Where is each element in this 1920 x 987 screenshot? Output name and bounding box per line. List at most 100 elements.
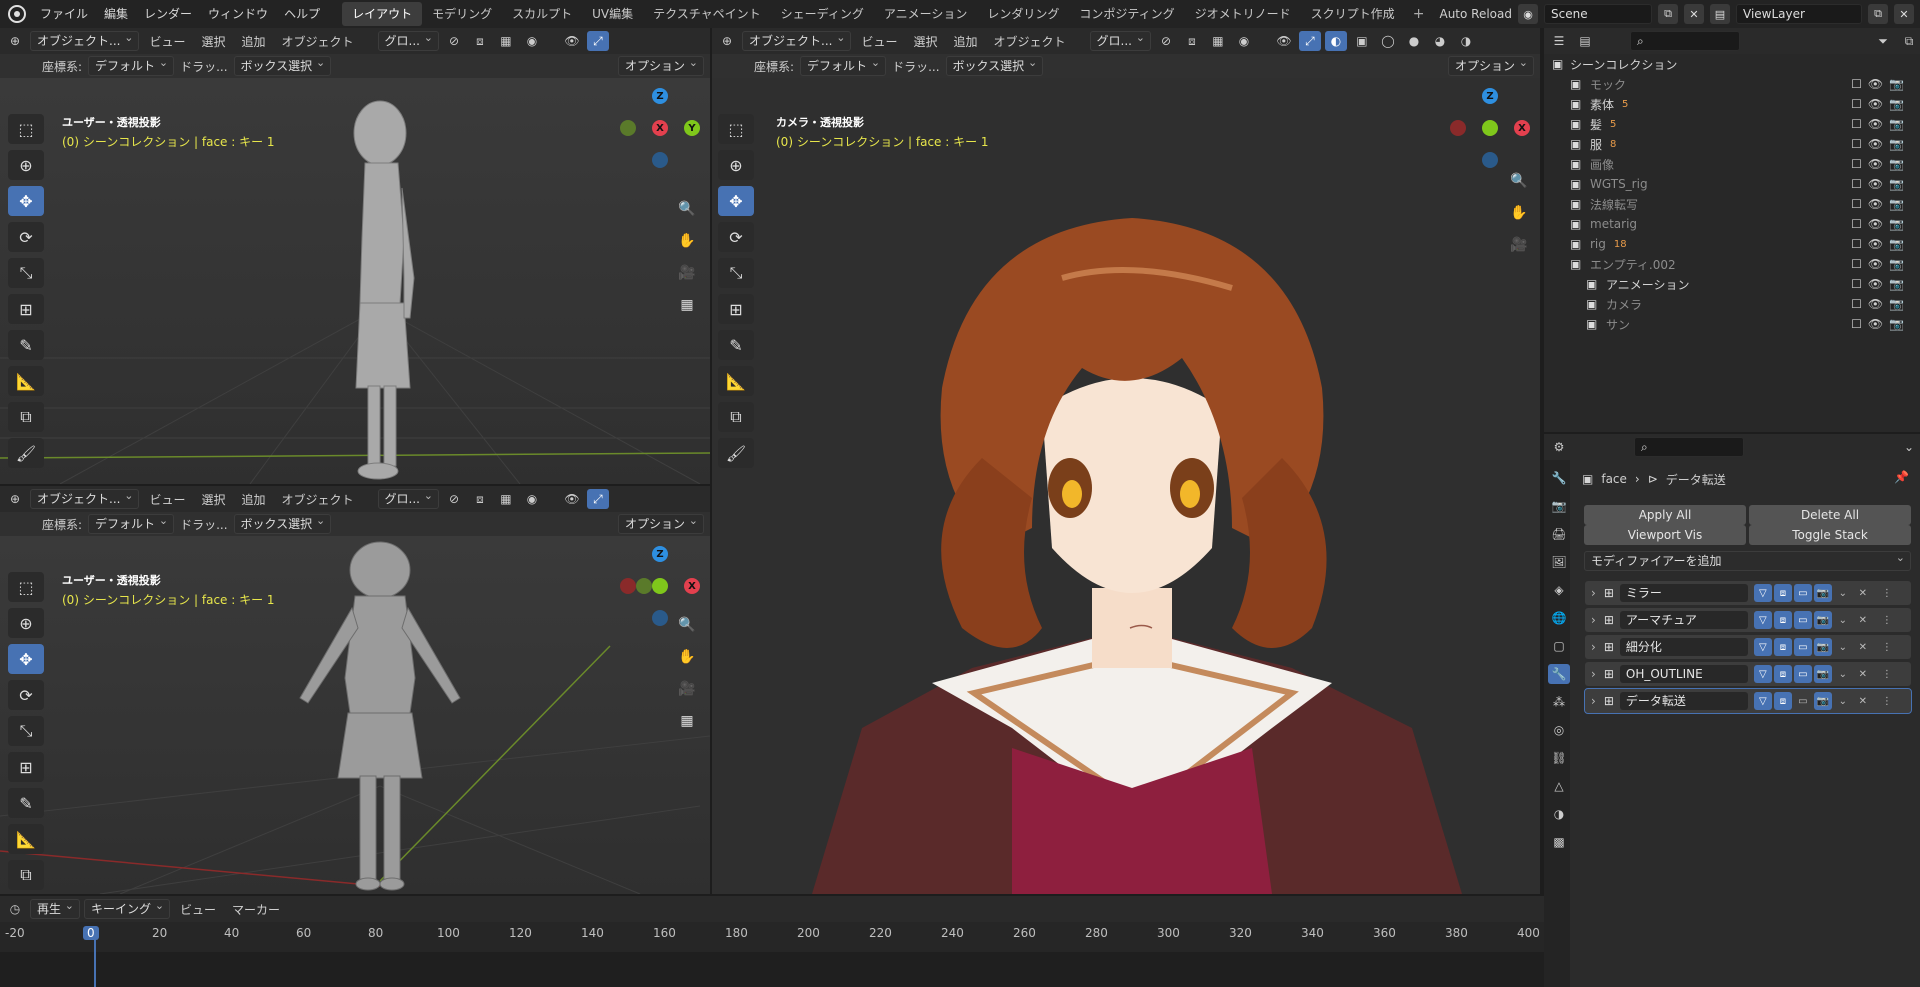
neg-z-axis-icon[interactable] [652, 610, 668, 626]
timeline-track[interactable] [0, 952, 1544, 987]
visibility-toggles[interactable]: ☐👁📷 [1851, 217, 1910, 231]
delete-view-layer-icon[interactable]: ✕ [1894, 4, 1914, 24]
menu-marker[interactable]: マーカー [226, 901, 286, 918]
workspace-tab-rendering[interactable]: レンダリング [977, 2, 1069, 26]
solid-shading-icon[interactable]: ● [1403, 31, 1425, 51]
rotate-tool-icon[interactable]: ⟳ [8, 680, 44, 710]
pivot-icon[interactable]: ⊘ [443, 31, 465, 51]
edit-mode-icon[interactable]: ▽ [1753, 638, 1772, 656]
menu-render[interactable]: レンダー [136, 0, 200, 28]
viewport-display-icon[interactable]: ▭ [1793, 611, 1812, 629]
edit-mode-icon[interactable]: ▽ [1753, 692, 1772, 710]
on-cage-icon[interactable]: ⧈ [1773, 584, 1792, 602]
measure-tool-icon[interactable]: 📐 [8, 366, 44, 396]
visibility-icon[interactable]: 👁 [561, 31, 583, 51]
viewport-display-icon[interactable]: ▭ [1793, 665, 1812, 683]
menu-add[interactable]: 追加 [235, 491, 271, 508]
snap-icon[interactable]: ⧈ [469, 489, 491, 509]
viewport-top-left[interactable]: ⊕ オブジェクト... ビュー 選択 追加 オブジェクト グロ... ⊘ ⧈ ▦… [0, 28, 710, 484]
menu-object[interactable]: オブジェクト [988, 33, 1072, 50]
on-cage-icon[interactable]: ⧈ [1773, 692, 1792, 710]
remove-modifier-icon[interactable]: ✕ [1854, 638, 1872, 656]
workspace-tab-modeling[interactable]: モデリング [422, 2, 502, 26]
transform-tool-icon[interactable]: ⊞ [718, 294, 754, 324]
render-shading-icon[interactable]: ◑ [1455, 31, 1477, 51]
view-layer-tab-icon[interactable]: 🖼 [1548, 552, 1570, 572]
workspace-tab-scripting[interactable]: スクリプト作成 [1301, 2, 1405, 26]
add-cube-tool-icon[interactable]: ⧉ [8, 402, 44, 432]
pan-hand-icon[interactable]: ✋ [674, 228, 700, 254]
viewport-display-icon[interactable]: ▭ [1793, 584, 1812, 602]
transform-orientation-dropdown[interactable]: グロ... [1089, 29, 1151, 51]
character-front-model[interactable] [280, 538, 480, 894]
xray-icon[interactable]: ▣ [1351, 31, 1373, 51]
options-dropdown[interactable]: オプション [1447, 54, 1534, 76]
modifier-name-field[interactable]: データ転送 [1619, 692, 1748, 710]
delete-scene-icon[interactable]: ✕ [1684, 4, 1704, 24]
menu-add[interactable]: 追加 [235, 33, 271, 50]
visibility-icon[interactable]: 👁 [561, 489, 583, 509]
chevron-down-icon[interactable]: ⌄ [1834, 665, 1852, 683]
render-tab-icon[interactable]: 📷 [1548, 496, 1570, 516]
render-icon[interactable]: 📷 [1813, 665, 1832, 683]
chevron-down-icon[interactable]: ⌄ [1898, 437, 1920, 457]
scene-tab-icon[interactable]: ◈ [1548, 580, 1570, 600]
edit-mode-icon[interactable]: ▽ [1753, 584, 1772, 602]
visibility-toggles[interactable]: ☐👁📷 [1851, 197, 1910, 211]
visibility-toggles[interactable]: ☐👁📷 [1851, 77, 1910, 91]
editor-type-icon[interactable]: ⊕ [4, 489, 26, 509]
measure-tool-icon[interactable]: 📐 [718, 366, 754, 396]
new-scene-icon[interactable]: ⧉ [1658, 4, 1678, 24]
editor-type-icon[interactable]: ◷ [4, 899, 26, 919]
brush-tool-icon[interactable]: 🖌 [718, 438, 754, 468]
transform-orientation-dropdown[interactable]: グロ... [377, 487, 439, 509]
gizmo-toggle-icon[interactable]: ⤢ [586, 489, 609, 509]
add-workspace-icon[interactable]: + [1405, 6, 1433, 22]
visibility-toggles[interactable]: ☐👁📷 [1851, 157, 1910, 171]
menu-select[interactable]: 選択 [195, 33, 231, 50]
toggle-stack-button[interactable]: Toggle Stack [1749, 525, 1911, 545]
chevron-down-icon[interactable]: ⌄ [1834, 692, 1852, 710]
visibility-icon[interactable]: 👁 [1273, 31, 1295, 51]
render-icon[interactable]: 📷 [1813, 638, 1832, 656]
add-cube-tool-icon[interactable]: ⧉ [718, 402, 754, 432]
select-mode-dropdown[interactable]: ボックス選択 [233, 512, 332, 534]
tool-tab-icon[interactable]: 🔧 [1548, 468, 1570, 488]
view-layer-icon[interactable]: ▤ [1710, 4, 1730, 24]
editor-type-icon[interactable]: ⚙ [1548, 437, 1570, 457]
drag-handle-icon[interactable]: ⋮ [1878, 638, 1896, 656]
world-tab-icon[interactable]: 🌐 [1548, 608, 1570, 628]
coord-dropdown[interactable]: デフォルト [88, 512, 175, 534]
brush-tool-icon[interactable]: 🖌 [8, 438, 44, 468]
proportional-icon[interactable]: ◉ [521, 31, 543, 51]
x-axis-icon[interactable]: X [684, 578, 700, 594]
move-tool-icon[interactable]: ✥ [8, 644, 44, 674]
apply-all-button[interactable]: Apply All [1584, 505, 1746, 525]
viewport-camera[interactable]: ⊕ オブジェクト... ビュー 選択 追加 オブジェクト グロ... ⊘ ⧈ ▦… [712, 28, 1540, 894]
menu-view[interactable]: ビュー [143, 33, 191, 50]
drag-handle-icon[interactable]: ⋮ [1878, 665, 1896, 683]
transform-tool-icon[interactable]: ⊞ [8, 294, 44, 324]
select-box-tool-icon[interactable]: ⬚ [718, 114, 754, 144]
menu-select[interactable]: 選択 [195, 491, 231, 508]
zoom-icon[interactable]: 🔍 [674, 612, 700, 638]
modifier-panel[interactable]: › ⊞ ミラー ▽ ⧈ ▭ 📷 ⌄ ✕ ⋮ [1585, 581, 1911, 605]
select-box-tool-icon[interactable]: ⬚ [8, 572, 44, 602]
drag-handle-icon[interactable]: ⋮ [1878, 692, 1896, 710]
on-cage-icon[interactable]: ⧈ [1773, 611, 1792, 629]
modifier-tab-icon[interactable]: 🔧 [1548, 664, 1570, 684]
auto-reload-label[interactable]: Auto Reload [1439, 7, 1512, 21]
workspace-tab-geometry-nodes[interactable]: ジオメトリノード [1185, 2, 1301, 26]
editor-type-icon[interactable]: ⊕ [716, 31, 738, 51]
pin-icon[interactable]: 📌 [1894, 470, 1909, 484]
outliner-root[interactable]: ▣ シーンコレクション [1544, 54, 1920, 74]
render-icon[interactable]: 📷 [1813, 692, 1832, 710]
modifier-panel[interactable]: › ⊞ 細分化 ▽ ⧈ ▭ 📷 ⌄ ✕ ⋮ [1585, 635, 1911, 659]
neg-x-axis-icon[interactable] [1450, 120, 1466, 136]
add-modifier-dropdown[interactable]: モディファイアーを追加 [1584, 549, 1911, 571]
annotate-tool-icon[interactable]: ✎ [718, 330, 754, 360]
playhead[interactable] [94, 939, 96, 987]
on-cage-icon[interactable]: ⧈ [1773, 665, 1792, 683]
coord-dropdown[interactable]: デフォルト [88, 54, 175, 76]
render-icon[interactable]: 📷 [1813, 584, 1832, 602]
